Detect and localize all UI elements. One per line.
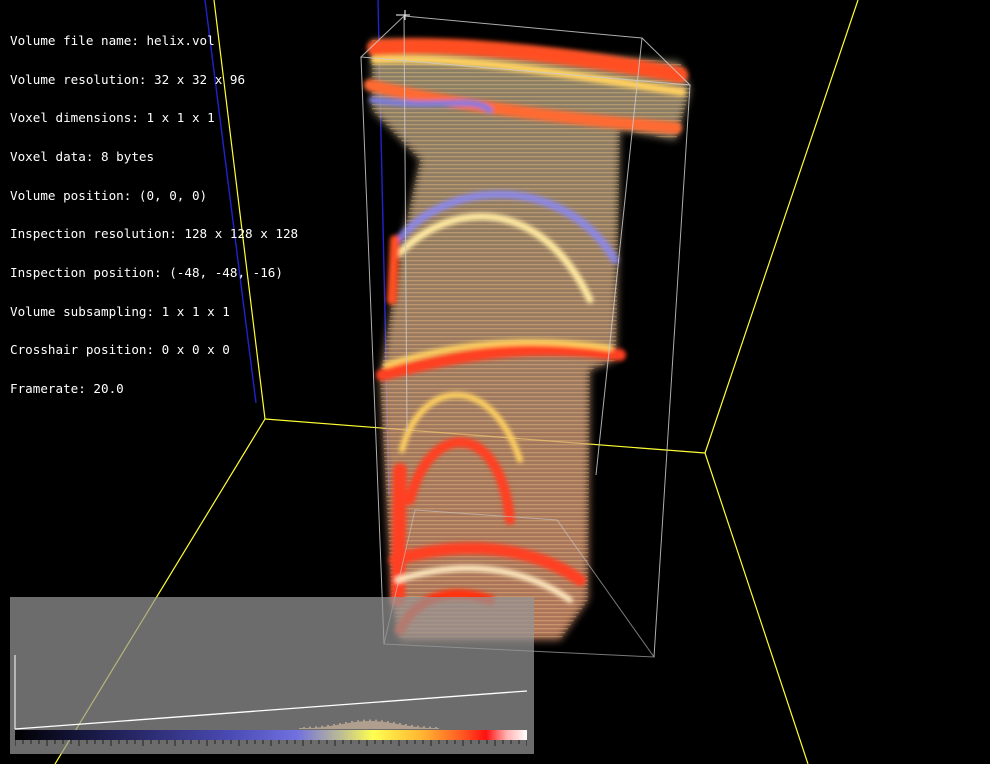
colormap-bar[interactable] [15, 730, 527, 740]
volume-render [364, 38, 690, 640]
opacity-ramp-line[interactable] [14, 690, 528, 730]
colormap-ticks [15, 740, 527, 746]
crosshair-icon [396, 10, 410, 20]
transfer-function-panel[interactable] [10, 597, 534, 754]
histogram-bars [299, 719, 439, 729]
